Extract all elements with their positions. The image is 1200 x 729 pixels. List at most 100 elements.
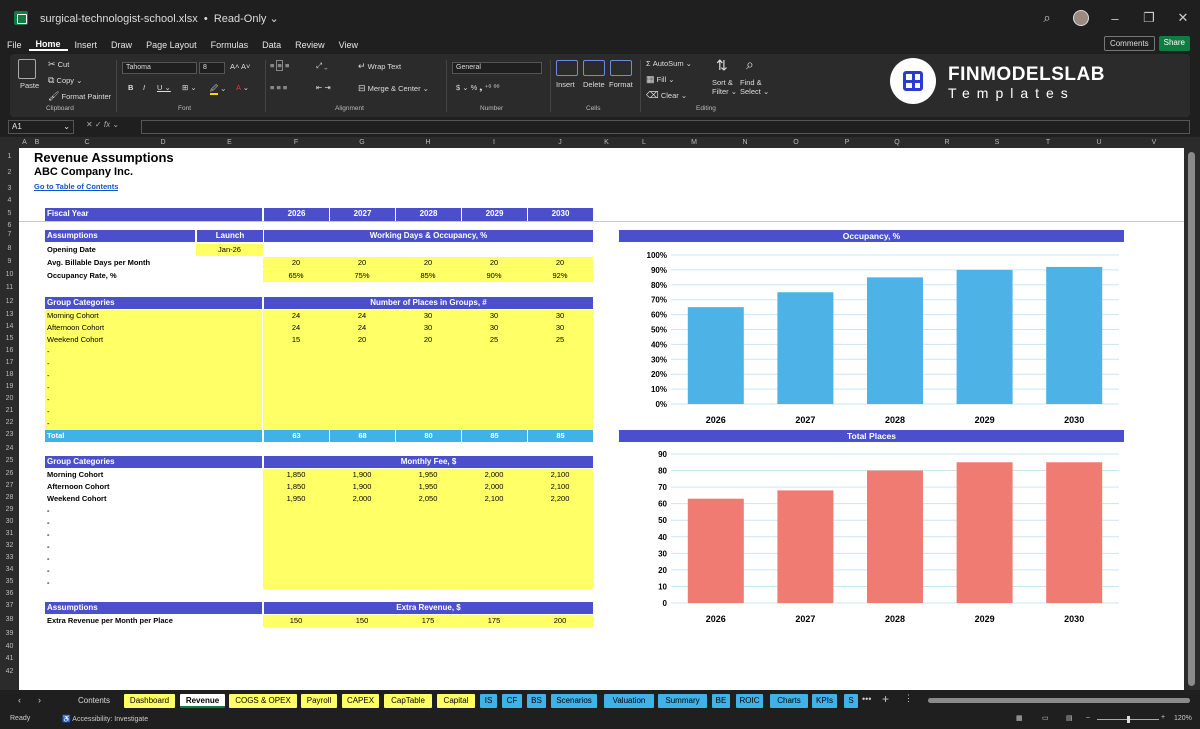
format-painter-button[interactable]: 🖌 Format Painter [48, 91, 111, 102]
row-header-41[interactable]: 41 [0, 655, 19, 667]
row-header-24[interactable]: 24 [0, 445, 19, 457]
number-format-select[interactable]: General [452, 62, 542, 74]
toc-link[interactable]: Go to Table of Contents [34, 182, 118, 191]
zoom-level[interactable]: 120% [1174, 715, 1192, 722]
add-sheet-icon[interactable]: + [882, 692, 889, 706]
format-button[interactable]: Format [609, 80, 633, 89]
menu-insert[interactable]: Insert [68, 40, 105, 50]
indent-icons[interactable]: ⇤ ⇥ [316, 83, 331, 92]
row-header-35[interactable]: 35 [0, 578, 19, 590]
merge-center-button[interactable]: ⊟ Merge & Center ⌄ [358, 83, 429, 94]
menu-file[interactable]: File [0, 40, 29, 50]
row-header-22[interactable]: 22 [0, 419, 19, 431]
format-cells-icon[interactable] [610, 60, 632, 76]
font-name-select[interactable]: Tahoma [122, 62, 197, 74]
borders-icon[interactable]: ⊞ ⌄ [182, 83, 197, 92]
row-header-28[interactable]: 28 [0, 494, 19, 506]
col-header-R[interactable]: R [922, 137, 972, 148]
col-header-B[interactable]: B [30, 137, 44, 148]
row-header-30[interactable]: 30 [0, 518, 19, 530]
row-header-9[interactable]: 9 [0, 258, 19, 270]
menu-home[interactable]: Home [28, 39, 68, 51]
row-header-20[interactable]: 20 [0, 395, 19, 407]
worksheet[interactable]: Revenue Assumptions ABC Company Inc. Go … [19, 148, 1184, 690]
sheet-tab-s[interactable]: S [844, 694, 858, 708]
sheet-tab-be[interactable]: BE [712, 694, 730, 708]
menu-draw[interactable]: Draw [104, 40, 139, 50]
row-header-18[interactable]: 18 [0, 371, 19, 383]
restore-icon[interactable]: ❐ [1132, 10, 1166, 26]
formula-input[interactable] [141, 120, 1190, 134]
sheet-tab-charts[interactable]: Charts [770, 694, 808, 708]
menu-review[interactable]: Review [288, 40, 332, 50]
font-size-select[interactable]: 8 [199, 62, 225, 74]
comments-button[interactable]: Comments [1103, 36, 1155, 51]
row-header-40[interactable]: 40 [0, 643, 19, 655]
document-title[interactable]: surgical-technologist-school.xlsx • Read… [40, 12, 279, 25]
sheet-tab-cf[interactable]: CF [502, 694, 522, 708]
clear-button[interactable]: ⌫ Clear ⌄ [646, 90, 687, 101]
col-header-K[interactable]: K [593, 137, 620, 148]
row-header-14[interactable]: 14 [0, 323, 19, 335]
row-header-16[interactable]: 16 [0, 347, 19, 359]
normal-view-icon[interactable]: ▦ [1016, 714, 1023, 722]
sort-filter-button[interactable]: Sort & Filter ⌄ [712, 78, 737, 96]
sheet-tab-contents[interactable]: Contents [66, 694, 122, 708]
sheet-tab-captable[interactable]: CapTable [384, 694, 432, 708]
paste-button[interactable]: Paste [20, 81, 39, 90]
row-header-1[interactable]: 1 [0, 153, 19, 165]
find-select-button[interactable]: Find & Select ⌄ [740, 78, 769, 96]
col-header-V[interactable]: V [1124, 137, 1184, 148]
row-header-26[interactable]: 26 [0, 470, 19, 482]
row-header-3[interactable]: 3 [0, 185, 19, 197]
accessibility-status[interactable]: ♿ Accessibility: Investigate [62, 715, 148, 723]
align-top-icons[interactable]: ≡ ≡ ≡ [270, 60, 289, 71]
paste-icon[interactable] [18, 59, 36, 79]
bold-button[interactable]: B [128, 83, 133, 92]
page-break-icon[interactable]: ▤ [1066, 714, 1073, 722]
tab-prev-icon[interactable]: ‹ [18, 695, 21, 705]
delete-button[interactable]: Delete [583, 80, 605, 89]
sheet-tab-payroll[interactable]: Payroll [301, 694, 337, 708]
sheet-tab-kpis[interactable]: KPIs [812, 694, 837, 708]
row-header-36[interactable]: 36 [0, 590, 19, 602]
vertical-scrollbar[interactable] [1184, 148, 1200, 690]
sheet-tab-valuation[interactable]: Valuation [604, 694, 654, 708]
row-header-19[interactable]: 19 [0, 383, 19, 395]
page-layout-icon[interactable]: ▭ [1042, 714, 1049, 722]
insert-cells-icon[interactable] [556, 60, 578, 76]
col-header-N[interactable]: N [720, 137, 770, 148]
col-header-E[interactable]: E [196, 137, 263, 148]
sheet-tab-roic[interactable]: ROIC [736, 694, 763, 708]
row-header-2[interactable]: 2 [0, 169, 19, 181]
row-header-12[interactable]: 12 [0, 298, 19, 310]
col-header-J[interactable]: J [527, 137, 593, 148]
menu-data[interactable]: Data [255, 40, 288, 50]
row-header-38[interactable]: 38 [0, 616, 19, 628]
row-header-31[interactable]: 31 [0, 530, 19, 542]
delete-cells-icon[interactable] [583, 60, 605, 76]
fill-button[interactable]: ▦ Fill ⌄ [646, 74, 675, 85]
formula-controls[interactable]: ✕ ✓ fx ⌄ [86, 120, 138, 134]
font-grow-shrink[interactable]: A˄ A˅ [230, 62, 250, 71]
zoom-slider[interactable] [1097, 716, 1159, 723]
col-header-C[interactable]: C [44, 137, 130, 148]
tab-menu-icon[interactable]: ⋮ [904, 693, 913, 704]
name-box[interactable]: A1 ⌄ [8, 120, 74, 134]
row-header-4[interactable]: 4 [0, 197, 19, 209]
row-header-5[interactable]: 5 [0, 210, 19, 222]
sheet-tab-bs[interactable]: BS [527, 694, 546, 708]
row-header-37[interactable]: 37 [0, 602, 19, 614]
sheet-tab-capital[interactable]: Capital [437, 694, 475, 708]
row-header-13[interactable]: 13 [0, 311, 19, 323]
menu-view[interactable]: View [332, 40, 365, 50]
italic-button[interactable]: I [143, 83, 145, 92]
row-header-21[interactable]: 21 [0, 407, 19, 419]
row-header-32[interactable]: 32 [0, 542, 19, 554]
col-header-H[interactable]: H [395, 137, 461, 148]
row-header-17[interactable]: 17 [0, 359, 19, 371]
row-header-10[interactable]: 10 [0, 271, 19, 283]
row-header-42[interactable]: 42 [0, 668, 19, 680]
number-format-icons[interactable]: $ ⌄ % ❟ ⁺⁰ ⁰⁰ [456, 83, 499, 93]
font-color-icon[interactable]: A ⌄ [236, 83, 249, 92]
